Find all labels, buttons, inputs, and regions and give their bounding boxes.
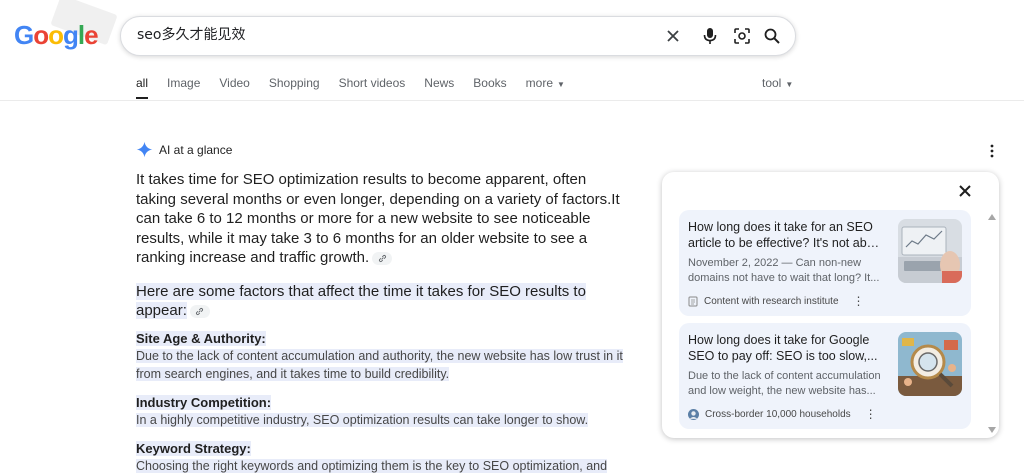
source-link-chip[interactable] bbox=[189, 304, 210, 318]
more-options-icon[interactable] bbox=[986, 143, 998, 159]
ai-overview-header: AI at a glance bbox=[136, 141, 232, 158]
source-thumbnail bbox=[898, 219, 962, 283]
source-thumbnail bbox=[898, 332, 962, 396]
link-icon bbox=[196, 307, 204, 315]
source-card-title[interactable]: How long does it take for an SEO article… bbox=[688, 219, 884, 251]
google-logo-text: Google bbox=[14, 20, 99, 50]
tab-news[interactable]: News bbox=[424, 76, 454, 100]
tab-short-videos[interactable]: Short videos bbox=[339, 76, 406, 100]
tab-shopping[interactable]: Shopping bbox=[269, 76, 320, 100]
avatar-icon bbox=[688, 408, 699, 420]
link-icon bbox=[378, 254, 386, 262]
source-card[interactable]: How long does it take for Google SEO to … bbox=[679, 323, 971, 429]
source-link-chip[interactable] bbox=[372, 251, 393, 265]
lens-camera-icon[interactable] bbox=[731, 25, 753, 47]
factor-title: Keyword Strategy: bbox=[136, 440, 251, 456]
google-logo[interactable]: Google bbox=[14, 0, 118, 52]
tab-video[interactable]: Video bbox=[219, 76, 249, 100]
source-site-name: Content with research institute bbox=[704, 295, 839, 307]
ai-overview-body: It takes time for SEO optimization resul… bbox=[136, 170, 628, 475]
scroll-up-arrow[interactable] bbox=[988, 214, 996, 220]
factor-text: Choosing the right keywords and optimizi… bbox=[136, 458, 608, 473]
factor-text: Due to the lack of content accumulation … bbox=[136, 348, 623, 381]
factors-intro-paragraph: Here are some factors that affect the ti… bbox=[136, 282, 628, 321]
source-card-site: Cross-border 10,000 households ⋮ bbox=[688, 407, 877, 421]
source-site-name: Cross-border 10,000 households bbox=[705, 408, 851, 420]
chevron-down-icon: ▼ bbox=[557, 80, 565, 89]
tab-all[interactable]: all bbox=[136, 76, 149, 100]
factor-title: Industry Competition: bbox=[136, 394, 272, 410]
factor-title: Site Age & Authority: bbox=[136, 330, 266, 346]
sources-panel: How long does it take for an SEO article… bbox=[662, 172, 999, 438]
search-icon[interactable] bbox=[761, 25, 783, 47]
source-card-title[interactable]: How long does it take for Google SEO to … bbox=[688, 332, 884, 364]
search-box[interactable] bbox=[120, 16, 796, 56]
source-card-snippet: November 2, 2022 — Can non-new domains n… bbox=[688, 257, 880, 284]
source-card[interactable]: How long does it take for an SEO article… bbox=[679, 210, 971, 316]
factor-text: In a highly competitive industry, SEO op… bbox=[136, 412, 589, 427]
tools-label: tool bbox=[762, 76, 782, 90]
tab-books[interactable]: Books bbox=[473, 76, 506, 100]
close-icon[interactable] bbox=[956, 182, 974, 200]
source-options-icon[interactable]: ⋮ bbox=[865, 407, 877, 421]
scroll-down-arrow[interactable] bbox=[988, 427, 996, 433]
source-options-icon[interactable]: ⋮ bbox=[853, 294, 865, 308]
ai-overview-title: AI at a glance bbox=[159, 142, 233, 157]
header-divider bbox=[0, 100, 1024, 101]
search-tabs: all Image Video Shopping Short videos Ne… bbox=[136, 76, 584, 100]
document-icon bbox=[688, 296, 698, 306]
tools-button[interactable]: tool ▼ bbox=[762, 76, 793, 90]
gemini-sparkle-icon bbox=[136, 141, 153, 158]
search-input[interactable] bbox=[137, 26, 657, 42]
chevron-down-icon: ▼ bbox=[785, 80, 794, 89]
source-card-site: Content with research institute ⋮ bbox=[688, 294, 865, 308]
clear-icon[interactable] bbox=[662, 25, 684, 47]
ai-summary-paragraph: It takes time for SEO optimization resul… bbox=[136, 170, 628, 268]
source-card-snippet: Due to the lack of content accumulation … bbox=[688, 370, 881, 397]
microphone-icon[interactable] bbox=[699, 25, 721, 47]
tab-more[interactable]: more ▼ bbox=[526, 76, 565, 100]
tab-more-label: more bbox=[525, 76, 553, 90]
tab-image[interactable]: Image bbox=[167, 76, 200, 100]
